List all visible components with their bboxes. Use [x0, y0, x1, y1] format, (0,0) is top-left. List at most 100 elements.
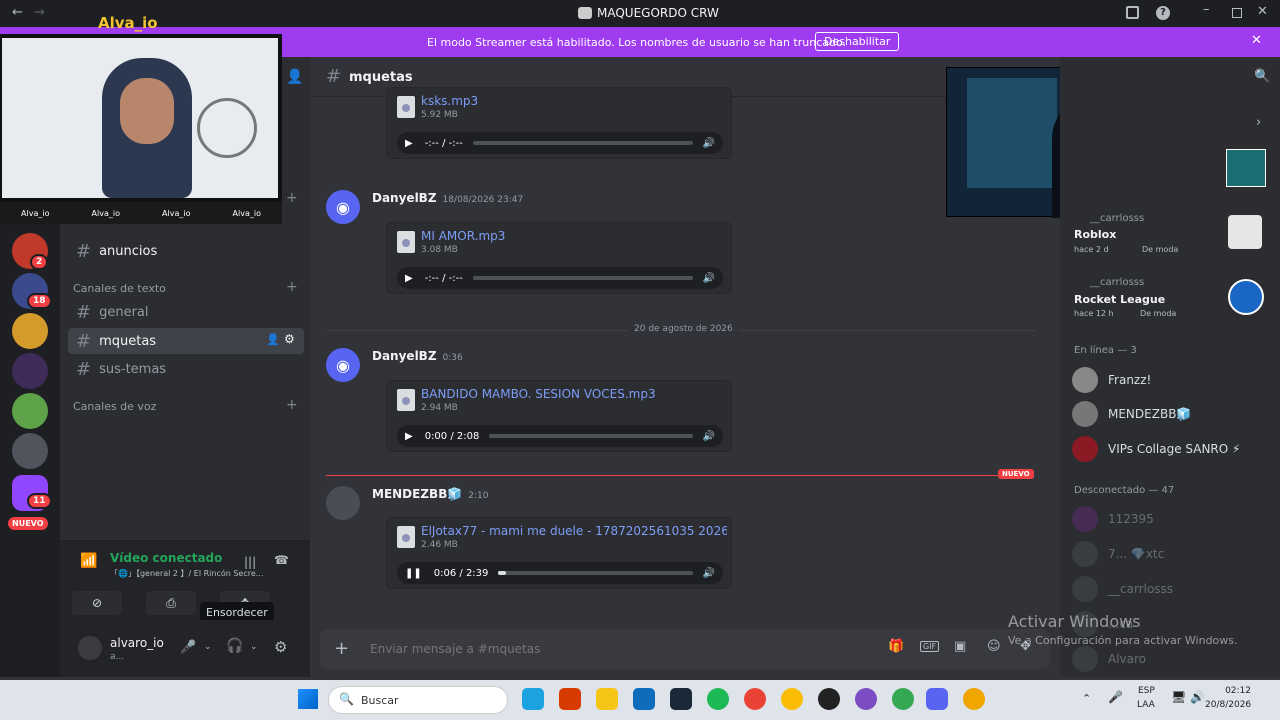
volume-icon[interactable]: 🔊	[703, 138, 715, 149]
file-name[interactable]: MI AMOR.mp3	[421, 229, 727, 243]
activity-game[interactable]: Roblox	[1074, 228, 1116, 241]
language[interactable]: ESP	[1138, 686, 1155, 696]
close-banner-icon[interactable]: ✕	[1251, 33, 1262, 48]
channel-item-mquetas[interactable]: # mquetas 👤 ⚙	[68, 328, 304, 354]
volume-icon[interactable]: 🔊	[703, 568, 715, 579]
member-item[interactable]: MENDEZBB🧊	[1072, 401, 1191, 427]
voice-status[interactable]: Vídeo conectado	[110, 551, 222, 565]
invite-icon[interactable]: 👤	[266, 333, 280, 346]
progress-bar[interactable]	[472, 141, 693, 145]
app-icon[interactable]	[818, 688, 840, 710]
username[interactable]: alvaro_io	[110, 636, 164, 650]
server-icon[interactable]	[12, 393, 48, 429]
member-item[interactable]: Alvaro	[1072, 646, 1146, 672]
play-icon[interactable]: ▶	[405, 138, 413, 149]
progress-bar[interactable]	[489, 434, 693, 438]
chrome-icon[interactable]	[744, 688, 766, 710]
spotify-icon[interactable]	[707, 688, 729, 710]
office-icon[interactable]	[559, 688, 581, 710]
chrome-icon[interactable]	[781, 688, 803, 710]
avatar[interactable]: ◉	[326, 190, 360, 224]
disable-streamer-button[interactable]: Deshabilitar	[815, 32, 900, 51]
channel-item-general[interactable]: # general	[68, 299, 304, 325]
member-item[interactable]: 7... 💎xtc	[1072, 541, 1164, 567]
play-icon[interactable]: ▶	[405, 431, 413, 442]
volume-icon[interactable]: 🔊	[1190, 690, 1205, 704]
chevron-right-icon[interactable]: ›	[1256, 115, 1261, 130]
noise-suppression-icon[interactable]: |||	[244, 555, 256, 569]
file-name[interactable]: ksks.mp3	[421, 94, 727, 108]
clock-time[interactable]: 02:12	[1211, 686, 1251, 696]
mic-icon[interactable]: 🎤	[180, 640, 196, 655]
voice-channel-name[interactable]: 「🌐」【general 2 】/ El Rincón Secre...	[110, 568, 290, 579]
category-voice-channels[interactable]: Canales de voz	[73, 400, 156, 413]
activity-user[interactable]: __carrlosss	[1090, 277, 1144, 288]
avatar[interactable]	[78, 636, 102, 660]
discord-icon[interactable]	[926, 688, 948, 710]
activity-game[interactable]: Rocket League	[1074, 293, 1165, 306]
server-icon[interactable]	[12, 433, 48, 469]
folder-icon[interactable]	[596, 688, 618, 710]
search-box[interactable]: 🔍 Buscar	[328, 686, 508, 714]
volume-icon[interactable]: 🔊	[703, 273, 715, 284]
message-author[interactable]: MENDEZBB🧊	[372, 487, 462, 501]
add-attachment-icon[interactable]: +	[334, 638, 349, 659]
steam-icon[interactable]	[670, 688, 692, 710]
add-channel-icon[interactable]: +	[286, 279, 298, 295]
search-icon[interactable]: 🔍	[1254, 69, 1270, 84]
headphones-icon[interactable]: 🎧	[226, 638, 243, 654]
store-icon[interactable]	[633, 688, 655, 710]
gift-icon[interactable]: 🎁	[888, 639, 904, 654]
progress-bar[interactable]	[472, 276, 693, 280]
new-unread-pill[interactable]: NUEVO	[8, 517, 48, 530]
back-button[interactable]: ←	[12, 5, 23, 20]
chevron-down-icon[interactable]: ⌄	[250, 642, 258, 652]
message-input[interactable]	[370, 638, 850, 660]
channel-item-anuncios[interactable]: # anuncios	[68, 238, 304, 264]
pause-icon[interactable]: ❚❚	[405, 568, 422, 579]
avatar[interactable]	[326, 486, 360, 520]
disconnect-icon[interactable]: ☎	[274, 553, 289, 567]
screen-share-button[interactable]: ⎙	[146, 591, 196, 615]
clock-date[interactable]: 20/8/2026	[1205, 700, 1251, 710]
message-author[interactable]: DanyelBZ	[372, 349, 437, 363]
message-author[interactable]: DanyelBZ	[372, 191, 437, 205]
file-name[interactable]: BANDIDO MAMBO. SESION VOCES.mp3	[421, 387, 727, 401]
gear-icon[interactable]: ⚙	[284, 332, 295, 346]
inbox-icon[interactable]	[1126, 6, 1139, 19]
language-layout[interactable]: LAA	[1137, 700, 1155, 710]
chevron-up-icon[interactable]: ⌃	[1082, 692, 1091, 705]
category-text-channels[interactable]: Canales de texto	[73, 282, 166, 295]
avatar[interactable]: ◉	[326, 348, 360, 382]
gif-icon[interactable]: GIF	[920, 641, 940, 652]
play-icon[interactable]: ▶	[405, 273, 413, 284]
server-icon[interactable]	[12, 353, 48, 389]
member-item[interactable]: 112395	[1072, 506, 1154, 532]
camera-off-button[interactable]: ⊘	[72, 591, 122, 615]
activity-user[interactable]: __carrlosss	[1090, 213, 1144, 224]
member-item[interactable]: __carrlosss	[1072, 576, 1173, 602]
edge-icon[interactable]	[522, 688, 544, 710]
member-item[interactable]: Franzz!	[1072, 367, 1151, 393]
help-icon[interactable]: ?	[1156, 6, 1170, 20]
server-icon[interactable]	[12, 313, 48, 349]
app-icon[interactable]	[963, 688, 985, 710]
settings-gear-icon[interactable]: ⚙	[274, 638, 287, 656]
volume-icon[interactable]: 🔊	[703, 431, 715, 442]
mic-icon[interactable]: 🎤	[1108, 690, 1123, 704]
network-icon[interactable]: 🖥	[1171, 690, 1186, 704]
progress-bar[interactable]	[498, 571, 693, 575]
file-name[interactable]: ElJotax77 - mami me duele - 178720256103…	[421, 524, 727, 538]
channel-item-sus-temas[interactable]: # sus-temas	[68, 356, 304, 382]
maximize-button[interactable]	[1232, 8, 1242, 18]
add-channel-icon[interactable]: +	[286, 190, 298, 206]
start-button[interactable]	[298, 689, 318, 709]
emoji-icon[interactable]: ☺	[987, 639, 1001, 654]
member-item[interactable]: VIPs Collage SANRO ⚡	[1072, 436, 1240, 462]
forward-button[interactable]: →	[34, 5, 45, 20]
add-member-icon[interactable]: 👤	[286, 69, 303, 85]
close-window-button[interactable]: ✕	[1257, 4, 1268, 19]
chrome-icon[interactable]	[892, 688, 914, 710]
minimize-button[interactable]: –	[1203, 2, 1210, 17]
add-channel-icon[interactable]: +	[286, 397, 298, 413]
